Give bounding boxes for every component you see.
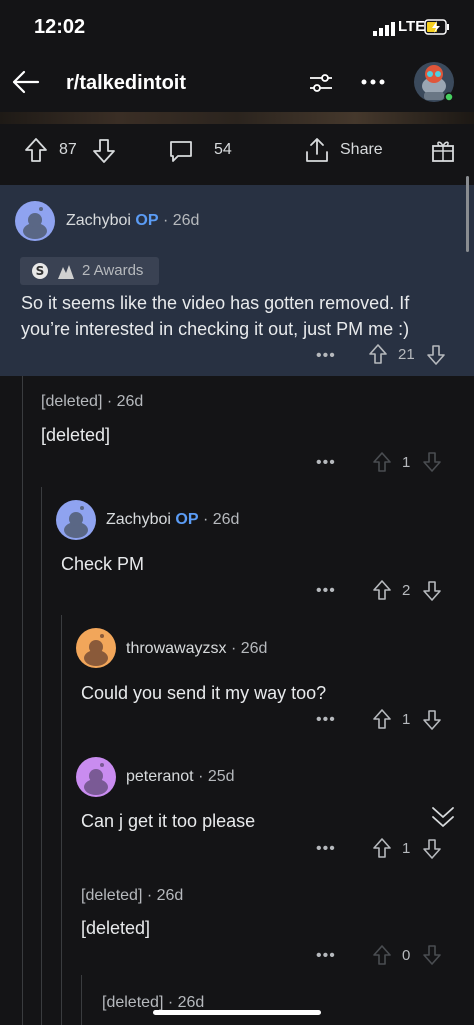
downvote-icon[interactable] (92, 138, 116, 164)
svg-text:S: S (36, 264, 45, 278)
comment-age: 26d (240, 640, 268, 657)
comment-age: 25d (207, 768, 235, 785)
comment-score: 1 (402, 840, 411, 857)
comment-author[interactable]: Zachyboi (106, 511, 171, 528)
scrollbar[interactable] (466, 176, 469, 252)
home-indicator[interactable] (153, 1010, 321, 1015)
commenter-avatar[interactable] (15, 201, 55, 241)
comment-more-icon[interactable]: ••• (316, 454, 336, 472)
comment-score: 0 (402, 947, 411, 964)
comment-more-icon[interactable]: ••• (316, 840, 336, 858)
separator-dot: · (146, 887, 153, 904)
collapse-thread-icon[interactable] (430, 805, 456, 829)
comment-score: 2 (402, 582, 411, 599)
comment-author[interactable]: throwawayzsx (126, 640, 226, 657)
downvote-icon[interactable] (422, 709, 442, 731)
back-arrow-icon[interactable] (10, 66, 42, 98)
downvote-icon (423, 945, 441, 965)
award-gift-icon[interactable] (430, 136, 456, 164)
separator-dot: · (167, 994, 174, 1011)
commenter-avatar[interactable] (56, 500, 96, 540)
comment-text: [deleted] (41, 425, 111, 445)
downvote-icon[interactable] (426, 344, 446, 366)
signal-icon (373, 22, 395, 36)
downvote-icon[interactable] (422, 580, 442, 602)
post-vote-count: 87 (59, 141, 77, 158)
downvote-icon[interactable] (422, 838, 442, 860)
comment-author[interactable]: peteranot (126, 768, 194, 785)
comment-author: [deleted] (41, 393, 103, 410)
comment-text: Could you send it my way too? (81, 683, 327, 703)
upvote-icon[interactable] (24, 137, 48, 163)
thread-line (61, 615, 62, 1025)
subreddit-title[interactable]: r/talkedintoit (66, 72, 186, 95)
comment-age: 26d (116, 393, 144, 410)
upvote-icon[interactable] (372, 837, 392, 859)
status-time: 12:02 (34, 16, 86, 38)
comment-age: 26d (156, 887, 184, 904)
commenter-avatar[interactable] (76, 757, 116, 797)
upvote-icon[interactable] (368, 343, 388, 365)
separator-dot: · (202, 511, 209, 528)
upvote-icon[interactable] (372, 579, 392, 601)
op-badge: OP (175, 511, 199, 528)
comment-score: 1 (402, 711, 411, 728)
comment-age: 26d (172, 212, 200, 229)
op-badge: OP (135, 212, 159, 229)
user-avatar[interactable] (410, 58, 458, 106)
post-comment-count: 54 (214, 141, 232, 158)
comment-text: Can j get it too please (81, 811, 256, 831)
comment-author[interactable]: Zachyboi (66, 212, 131, 229)
thread-line (22, 376, 23, 1025)
more-options-icon[interactable] (360, 72, 386, 92)
comment-text: Check PM (61, 554, 145, 574)
comment-author: [deleted] (102, 994, 164, 1011)
comment-more-icon[interactable]: ••• (316, 347, 336, 365)
comment-more-icon[interactable]: ••• (316, 947, 336, 965)
downvote-icon (423, 452, 441, 472)
comment-more-icon[interactable]: ••• (316, 582, 336, 600)
post-action-bar: 87 54 Share (0, 124, 474, 180)
comment-text: [deleted] (81, 918, 151, 938)
separator-dot: · (162, 212, 169, 229)
comment-score: 21 (398, 346, 415, 363)
thread-line (41, 487, 42, 1025)
share-label[interactable]: Share (340, 141, 383, 159)
upvote-icon (373, 945, 391, 965)
separator-dot: · (230, 640, 237, 657)
comment-age: 26d (212, 511, 240, 528)
hands-award-icon (58, 265, 74, 279)
separator-dot: · (198, 768, 204, 785)
awards-count: 2 Awards (82, 262, 144, 279)
separator-dot: · (106, 393, 113, 410)
post-image-edge (0, 112, 474, 124)
upvote-icon[interactable] (372, 708, 392, 730)
commenter-avatar[interactable] (76, 628, 116, 668)
battery-charging-icon (424, 19, 449, 35)
comment-text: So it seems like the video has gotten re… (21, 293, 410, 339)
comment-more-icon[interactable]: ••• (316, 711, 336, 729)
comment-age: 26d (177, 994, 205, 1011)
network-label: LTE (398, 18, 426, 35)
share-icon[interactable] (304, 136, 330, 164)
thread-line (81, 975, 82, 1025)
sort-filter-icon[interactable] (308, 70, 334, 96)
comment-author: [deleted] (81, 887, 143, 904)
silver-award-icon: S (32, 263, 48, 279)
upvote-icon (373, 452, 391, 472)
comment-score: 1 (402, 454, 411, 471)
comment-icon[interactable] (168, 138, 194, 164)
